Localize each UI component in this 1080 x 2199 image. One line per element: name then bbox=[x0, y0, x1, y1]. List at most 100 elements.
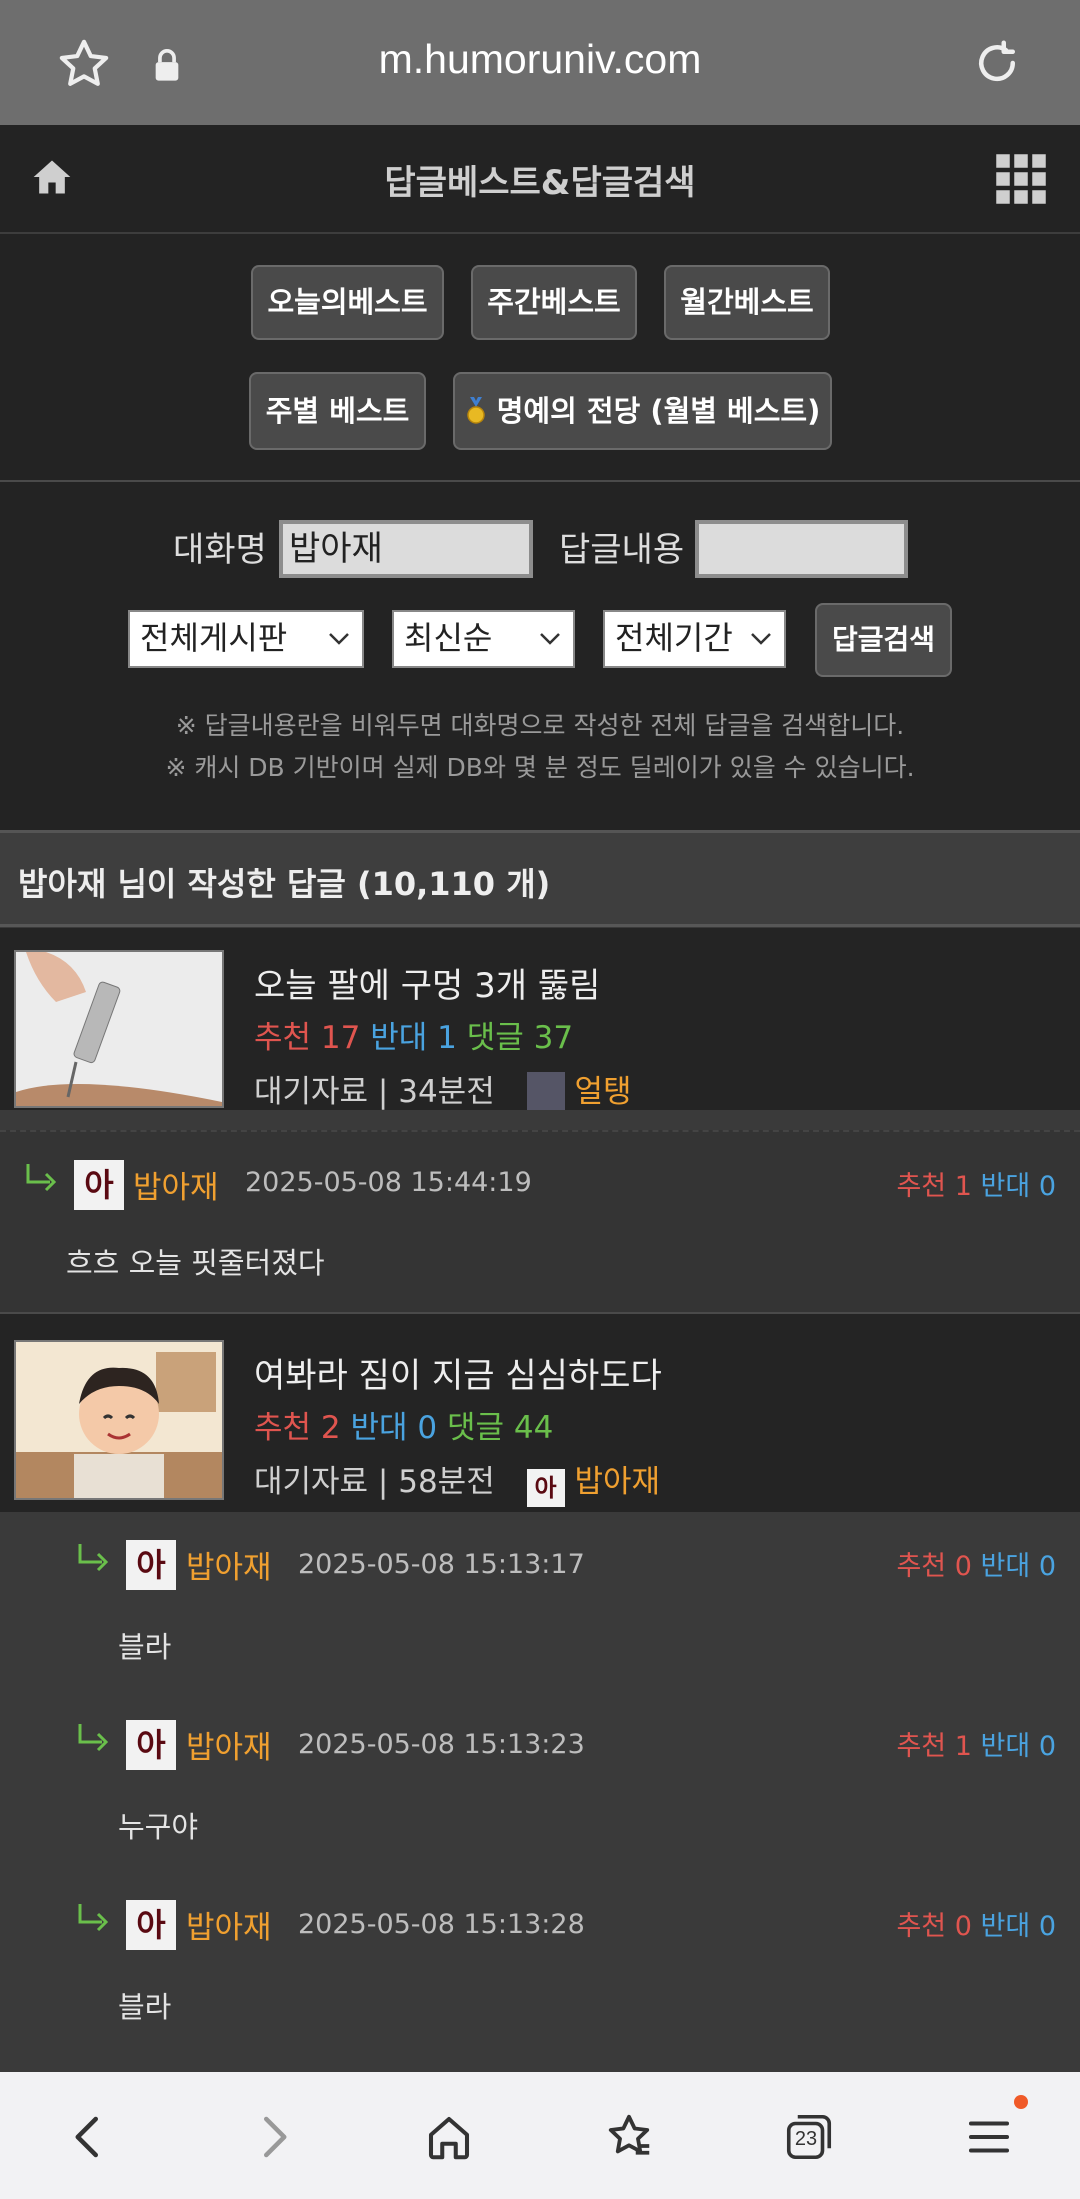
chevron-down-icon bbox=[751, 633, 771, 645]
by-week-best-button[interactable]: 주별 베스트 bbox=[249, 372, 426, 450]
reply-text: 누구야 bbox=[118, 1810, 199, 1844]
content-label: 답글내용 bbox=[559, 530, 685, 570]
reply-text: 블라 bbox=[118, 1990, 172, 2024]
reply-opp-count: 0 bbox=[1038, 1551, 1056, 1582]
menu-icon[interactable] bbox=[962, 2110, 1016, 2164]
tabs-count: 23 bbox=[794, 2128, 818, 2150]
reply-rec-label: 추천 bbox=[896, 1911, 947, 1942]
reply-votes: 추천 0 반대 0 bbox=[896, 1904, 1056, 1943]
tabs-button[interactable]: 23 bbox=[782, 2110, 836, 2164]
best-buttons-section: 오늘의베스트 주간베스트 월간베스트 주별 베스트 명예의 전당 (월별 베스트… bbox=[0, 234, 1080, 482]
avatar: 아 bbox=[126, 1720, 176, 1770]
reply-rec-label: 추천 bbox=[896, 1551, 947, 1582]
avatar: 아 bbox=[74, 1160, 124, 1210]
post-thumbnail[interactable] bbox=[14, 950, 224, 1108]
author-avatar: 아 bbox=[526, 1469, 565, 1507]
nick-label: 대화명 bbox=[173, 530, 267, 570]
author-avatar bbox=[526, 1072, 565, 1110]
post-thumbnail[interactable] bbox=[14, 1340, 224, 1500]
browser-url-bar: m.humoruniv.com bbox=[0, 0, 1080, 125]
reply-rec-label: 추천 bbox=[896, 1731, 947, 1762]
period-select[interactable]: 전체기간 bbox=[603, 610, 786, 668]
post-item[interactable]: 여봐라 짐이 지금 심심하도다 추천 2 반대 0 댓글 44 대기자료 | 5… bbox=[0, 1312, 1080, 1514]
search-note-2: ※ 캐시 DB 기반이며 실제 DB와 몇 분 정도 딜레이가 있을 수 있습니… bbox=[165, 753, 915, 782]
post-item[interactable]: 오늘 팔에 구멍 3개 뚫림 추천 17 반대 1 댓글 37 대기자료 | 3… bbox=[0, 928, 1080, 1110]
reply-author[interactable]: 밥아재 bbox=[133, 1162, 219, 1207]
post-meta: 대기자료 | 34분전 얼탱 bbox=[254, 1066, 631, 1111]
monthly-best-button[interactable]: 월간베스트 bbox=[664, 265, 830, 340]
reply-text: 흐흐 오늘 핏줄터졌다 bbox=[66, 1246, 325, 1280]
comment-label: 댓글 bbox=[447, 1410, 505, 1446]
hall-of-fame-label: 명예의 전당 (월별 베스트) bbox=[496, 394, 821, 428]
post-meta-text: 대기자료 | 34분전 bbox=[254, 1074, 495, 1110]
board-select[interactable]: 전체게시판 bbox=[128, 610, 364, 668]
opp-count: 0 bbox=[417, 1410, 438, 1446]
grid-menu-icon[interactable] bbox=[994, 152, 1048, 206]
opp-label: 반대 bbox=[370, 1020, 428, 1056]
reply-date: 2025-05-08 15:13:28 bbox=[298, 1909, 585, 1940]
results-count-text: 밥아재 님이 작성한 답글 (10,110 개) bbox=[18, 865, 551, 903]
reply-search-button[interactable]: 답글검색 bbox=[815, 603, 952, 677]
reload-icon[interactable] bbox=[970, 36, 1024, 90]
site-header: 답글베스트&답글검색 bbox=[0, 125, 1080, 234]
chevron-down-icon bbox=[540, 633, 560, 645]
reply-opp-label: 반대 bbox=[980, 1911, 1031, 1942]
reply-author[interactable]: 밥아재 bbox=[186, 1902, 272, 1947]
avatar: 아 bbox=[126, 1540, 176, 1590]
page-title: 답글베스트&답글검색 bbox=[384, 163, 696, 203]
reply-votes: 추천 1 반대 0 bbox=[896, 1724, 1056, 1763]
hall-of-fame-button[interactable]: 명예의 전당 (월별 베스트) bbox=[453, 372, 832, 450]
board-select-value: 전체게시판 bbox=[140, 619, 288, 657]
browser-bottom-bar: 23 bbox=[0, 2072, 1080, 2199]
rec-label: 추천 bbox=[254, 1410, 312, 1446]
post-title[interactable]: 여봐라 짐이 지금 심심하도다 bbox=[254, 1348, 662, 1397]
reply-rec-count: 0 bbox=[954, 1551, 972, 1582]
reply-arrow-icon bbox=[78, 1904, 109, 1932]
today-best-button[interactable]: 오늘의베스트 bbox=[251, 265, 444, 340]
cartoon-man-thumbnail-image bbox=[16, 1342, 222, 1498]
medal-icon bbox=[466, 397, 485, 424]
reply-item: 아 밥아재 2025-05-08 15:44:19 추천 1 반대 0 흐흐 오… bbox=[0, 1130, 1080, 1312]
url-text[interactable]: m.humoruniv.com bbox=[0, 36, 1080, 83]
reply-opp-label: 반대 bbox=[980, 1171, 1031, 1202]
reply-arrow-icon bbox=[78, 1544, 109, 1572]
comment-count: 44 bbox=[513, 1410, 554, 1446]
reply-rec-label: 추천 bbox=[896, 1171, 947, 1202]
reply-author[interactable]: 밥아재 bbox=[186, 1722, 272, 1767]
reply-list: 아 밥아재 2025-05-08 15:13:17 추천 0 반대 0 블라 아… bbox=[0, 1512, 1080, 2072]
opp-label: 반대 bbox=[350, 1410, 408, 1446]
comment-count: 37 bbox=[533, 1020, 574, 1056]
reply-opp-label: 반대 bbox=[980, 1551, 1031, 1582]
reply-date: 2025-05-08 15:13:23 bbox=[298, 1729, 585, 1760]
period-select-value: 전체기간 bbox=[615, 619, 733, 657]
weekly-best-button[interactable]: 주간베스트 bbox=[471, 265, 637, 340]
post-author[interactable]: 밥아재 bbox=[574, 1464, 660, 1500]
reply-date: 2025-05-08 15:13:17 bbox=[298, 1549, 585, 1580]
back-icon[interactable] bbox=[62, 2110, 116, 2164]
post-stats: 추천 2 반대 0 댓글 44 bbox=[254, 1402, 553, 1447]
reply-opp-count: 0 bbox=[1038, 1911, 1056, 1942]
post-stats: 추천 17 반대 1 댓글 37 bbox=[254, 1012, 573, 1057]
reply-author[interactable]: 밥아재 bbox=[186, 1542, 272, 1587]
content-input[interactable] bbox=[695, 520, 908, 578]
sort-select[interactable]: 최신순 bbox=[392, 610, 575, 668]
bookmarks-icon[interactable] bbox=[602, 2110, 656, 2164]
chevron-down-icon bbox=[329, 633, 349, 645]
reply-votes: 추천 1 반대 0 bbox=[896, 1164, 1056, 1203]
reply-opp-label: 반대 bbox=[980, 1731, 1031, 1762]
avatar: 아 bbox=[126, 1900, 176, 1950]
rec-count: 2 bbox=[320, 1410, 341, 1446]
nick-input[interactable]: 밥아재 bbox=[279, 520, 533, 578]
reply-text: 블라 bbox=[118, 1630, 172, 1664]
post-author[interactable]: 얼탱 bbox=[574, 1074, 631, 1110]
search-note-1: ※ 답글내용란을 비워두면 대화명으로 작성한 전체 답글을 검색합니다. bbox=[175, 711, 905, 740]
home-icon[interactable] bbox=[422, 2110, 476, 2164]
reply-votes: 추천 0 반대 0 bbox=[896, 1544, 1056, 1583]
post-meta-text: 대기자료 | 58분전 bbox=[254, 1464, 495, 1500]
reply-opp-count: 0 bbox=[1038, 1731, 1056, 1762]
rec-label: 추천 bbox=[254, 1020, 312, 1056]
post-title[interactable]: 오늘 팔에 구멍 3개 뚫림 bbox=[254, 958, 600, 1007]
forward-icon[interactable] bbox=[246, 2110, 300, 2164]
post-meta: 대기자료 | 58분전 아 밥아재 bbox=[254, 1456, 660, 1507]
reply-arrow-icon bbox=[78, 1724, 109, 1752]
